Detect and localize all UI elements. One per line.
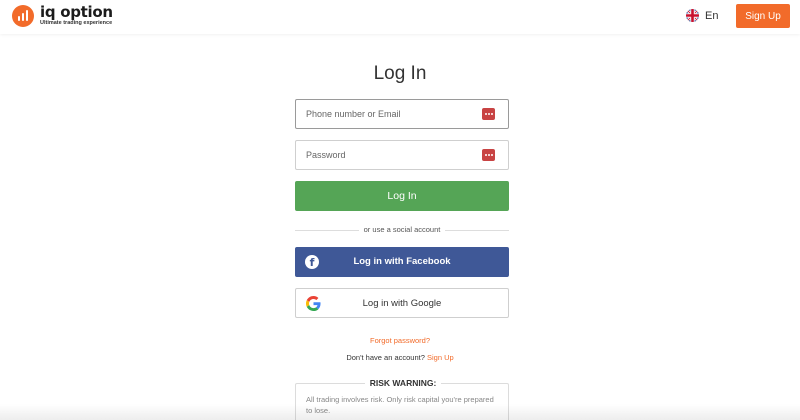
language-label: En xyxy=(705,9,719,22)
language-selector[interactable]: En xyxy=(686,9,718,22)
logo-tagline: Ultimate trading experience xyxy=(40,20,113,27)
risk-warning-box: RISK WARNING: All trading involves risk.… xyxy=(295,378,509,420)
risk-warning-text: All trading involves risk. Only risk cap… xyxy=(306,395,494,415)
login-button[interactable]: Log In xyxy=(295,181,509,211)
iq-option-logo[interactable]: iq option Ultimate trading experience xyxy=(12,5,113,27)
top-header: iq option Ultimate trading experience En… xyxy=(0,0,800,34)
header-signup-button[interactable]: Sign Up xyxy=(736,4,790,28)
facebook-login-button[interactable]: f Log in with Facebook xyxy=(295,247,509,277)
google-login-button[interactable]: Log in with Google xyxy=(295,288,509,318)
no-account-text: Don't have an account? xyxy=(346,353,425,362)
identifier-field[interactable] xyxy=(295,99,509,129)
forgot-password-link[interactable]: Forgot password? xyxy=(0,336,800,345)
password-manager-icon[interactable] xyxy=(482,149,495,161)
logo-name: iq option xyxy=(40,3,113,22)
signup-link[interactable]: Sign Up xyxy=(427,353,454,362)
no-account-row: Don't have an account? Sign Up xyxy=(0,353,800,362)
social-divider: or use a social account xyxy=(295,225,509,237)
password-manager-icon[interactable] xyxy=(482,108,495,120)
risk-warning-title: RISK WARNING: xyxy=(364,378,442,388)
page-title: Log In xyxy=(373,63,427,84)
identifier-input[interactable] xyxy=(296,100,476,128)
password-input[interactable] xyxy=(296,141,476,169)
password-field[interactable] xyxy=(295,140,509,170)
logo-bars-icon xyxy=(12,5,34,27)
divider-text: or use a social account xyxy=(358,225,446,234)
uk-flag-icon xyxy=(686,9,699,22)
google-login-label: Log in with Google xyxy=(362,298,442,309)
facebook-login-label: Log in with Facebook xyxy=(353,256,451,267)
